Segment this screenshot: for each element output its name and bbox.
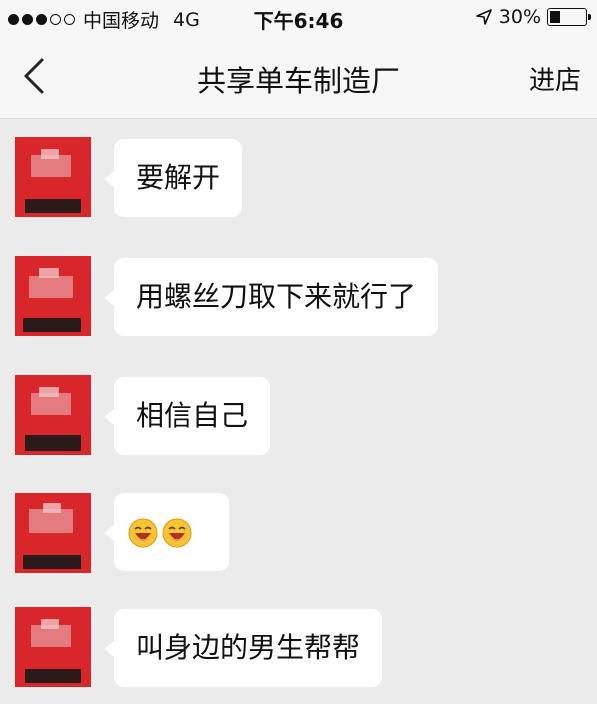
laughing-face-emoji-icon [128, 518, 158, 548]
status-right: 30% [475, 6, 591, 28]
avatar[interactable] [15, 375, 91, 455]
laughing-face-emoji-icon [162, 518, 192, 548]
message-bubble[interactable]: 叫身边的男生帮帮 [103, 609, 383, 687]
battery-icon [547, 8, 591, 26]
avatar[interactable] [15, 256, 91, 336]
message-bubble[interactable]: 要解开 [103, 139, 243, 217]
nav-bar: 共享单车制造厂 进店 [0, 36, 597, 119]
message-bubble[interactable]: 相信自己 [103, 377, 271, 455]
battery-percent: 30% [498, 6, 541, 28]
enter-store-button[interactable]: 进店 [529, 60, 581, 97]
status-bar: 中国移动 4G 下午6:46 30% [0, 0, 597, 36]
chevron-left-icon [24, 58, 44, 94]
page-title: 共享单车制造厂 [196, 64, 400, 98]
avatar[interactable] [15, 607, 91, 687]
avatar[interactable] [15, 493, 91, 573]
back-button[interactable] [18, 56, 54, 96]
message-bubble[interactable]: 用螺丝刀取下来就行了 [103, 258, 439, 336]
avatar[interactable] [15, 137, 91, 217]
location-arrow-icon [475, 9, 492, 25]
message-bubble[interactable] [104, 493, 229, 571]
